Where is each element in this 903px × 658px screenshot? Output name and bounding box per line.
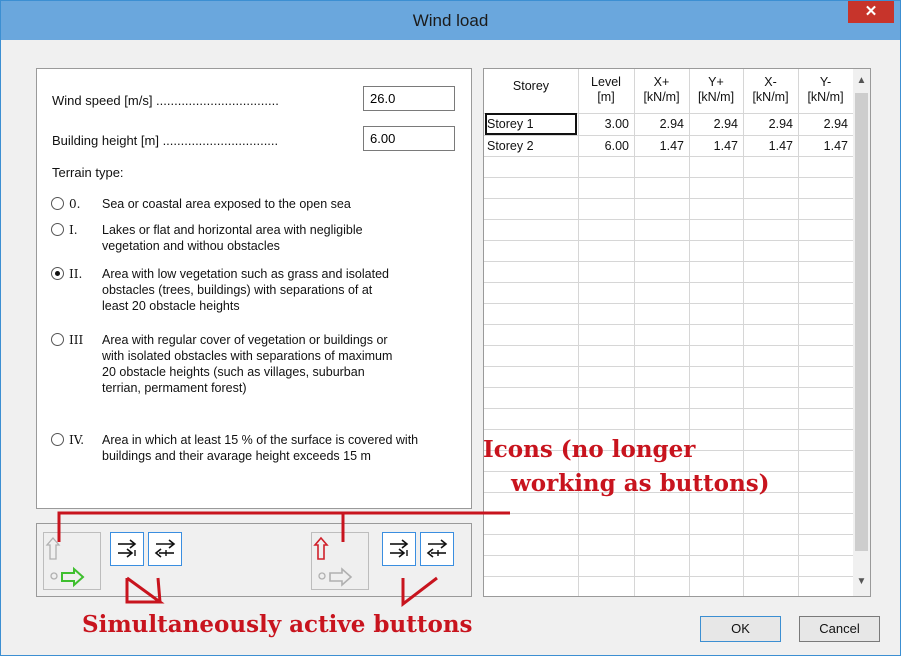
window-title: Wind load	[412, 11, 489, 30]
terrain-code: III	[69, 333, 84, 347]
terrain-type-label: Terrain type:	[52, 165, 124, 180]
row-divider	[484, 156, 853, 157]
transfer-direction-red-icon	[311, 532, 369, 590]
table-cell[interactable]: 2.94	[689, 114, 743, 134]
title-bar[interactable]: Wind load ✕	[1, 1, 900, 40]
table-cell[interactable]: 1.47	[798, 136, 853, 156]
scroll-down-arrow-icon[interactable]: ▼	[855, 574, 868, 590]
row-divider	[484, 303, 853, 304]
row-divider	[484, 198, 853, 199]
radio-button[interactable]	[51, 223, 64, 236]
header-line: Y+	[708, 75, 724, 89]
radio-button-selected[interactable]	[51, 267, 64, 280]
add-forward-button-2[interactable]	[382, 532, 416, 566]
column-header-x-minus[interactable]: X- [kN/m]	[743, 69, 798, 111]
wind-parameters-panel: Wind speed [m/s] .......................…	[36, 68, 472, 509]
swap-direction-button[interactable]	[148, 532, 182, 566]
header-unit: [kN/m]	[807, 90, 844, 104]
row-divider	[484, 177, 853, 178]
table-cell[interactable]: 3.00	[578, 114, 634, 134]
column-header-level[interactable]: Level [m]	[578, 69, 634, 111]
column-header-storey[interactable]: Storey	[484, 69, 578, 111]
add-forward-button[interactable]	[110, 532, 144, 566]
radio-button[interactable]	[51, 197, 64, 210]
header-unit: [m]	[597, 90, 615, 104]
header-unit: [kN/m]	[697, 90, 735, 104]
building-height-label: Building height [m] ....................…	[52, 133, 279, 148]
terrain-code: I.	[69, 223, 78, 237]
wind-speed-label: Wind speed [m/s] .......................…	[52, 93, 279, 108]
row-divider	[484, 555, 853, 556]
header-unit: [kN/m]	[643, 90, 680, 104]
terrain-code: 0.	[69, 197, 81, 211]
scrollbar-thumb[interactable]	[855, 93, 868, 551]
header-line: X-	[764, 75, 777, 89]
wind-speed-input[interactable]	[363, 86, 455, 111]
terrain-code: II.	[69, 267, 83, 281]
building-height-input[interactable]	[363, 126, 455, 151]
annotation-icons-line2: working as buttons)	[511, 470, 770, 497]
tool-panel	[36, 523, 472, 597]
radio-button[interactable]	[51, 433, 64, 446]
row-divider	[484, 513, 853, 514]
row-divider	[484, 387, 853, 388]
row-divider	[484, 534, 853, 535]
row-divider	[484, 366, 853, 367]
row-divider	[484, 282, 853, 283]
table-cell[interactable]: 1.47	[743, 136, 798, 156]
row-divider	[484, 429, 853, 430]
table-cell[interactable]: 2.94	[743, 114, 798, 134]
row-divider	[484, 240, 853, 241]
header-line: Y-	[819, 75, 832, 89]
terrain-description: Area with regular cover of vegetation or…	[102, 333, 393, 395]
radio-button[interactable]	[51, 333, 64, 346]
terrain-description: Area with low vegetation such as grass a…	[102, 267, 389, 313]
row-divider	[484, 408, 853, 409]
terrain-code: IV.	[69, 433, 85, 447]
header-line: X+	[653, 75, 670, 89]
storey-load-table: Storey Level [m] X+ [kN/m] Y+ [kN/m] X- …	[483, 68, 871, 597]
row-divider	[484, 261, 853, 262]
table-cell[interactable]: 2.94	[798, 114, 853, 134]
row-divider	[484, 324, 853, 325]
cancel-button[interactable]: Cancel	[799, 616, 880, 642]
column-header-x-plus[interactable]: X+ [kN/m]	[634, 69, 689, 111]
ok-button[interactable]: OK	[700, 616, 781, 642]
row-divider	[484, 576, 853, 577]
terrain-description: Area in which at least 15 % of the surfa…	[102, 433, 419, 463]
row-divider	[484, 219, 853, 220]
header-line: Storey	[512, 79, 550, 93]
header-line: Level	[591, 75, 621, 89]
table-cell[interactable]: 1.47	[634, 136, 689, 156]
terrain-description: Lakes or flat and horizontal area with n…	[102, 223, 363, 253]
annotation-icons-line1: Icons (no longer	[483, 436, 696, 463]
close-button[interactable]: ✕	[848, 1, 894, 23]
scroll-up-arrow-icon[interactable]: ▲	[855, 73, 868, 89]
wind-load-dialog: Wind load ✕ Wind speed [m/s] ...........…	[0, 0, 901, 656]
annotation-active-buttons: Simultaneously active buttons	[82, 611, 473, 638]
transfer-direction-green-icon	[43, 532, 101, 590]
swap-direction-button-2[interactable]	[420, 532, 454, 566]
row-divider	[484, 345, 853, 346]
table-cell[interactable]: 1.47	[689, 136, 743, 156]
table-cell[interactable]: 2.94	[634, 114, 689, 134]
table-cell[interactable]: 6.00	[578, 136, 634, 156]
table-cell[interactable]: Storey 2	[484, 136, 578, 156]
vertical-scrollbar[interactable]: ▲ ▼	[853, 69, 870, 596]
header-unit: [kN/m]	[752, 90, 789, 104]
column-header-y-minus[interactable]: Y- [kN/m]	[798, 69, 853, 111]
selected-cell-cursor	[485, 113, 577, 135]
terrain-description: Sea or coastal area exposed to the open …	[102, 197, 351, 211]
table-grid: Storey Level [m] X+ [kN/m] Y+ [kN/m] X- …	[484, 69, 853, 596]
column-header-y-plus[interactable]: Y+ [kN/m]	[689, 69, 743, 111]
